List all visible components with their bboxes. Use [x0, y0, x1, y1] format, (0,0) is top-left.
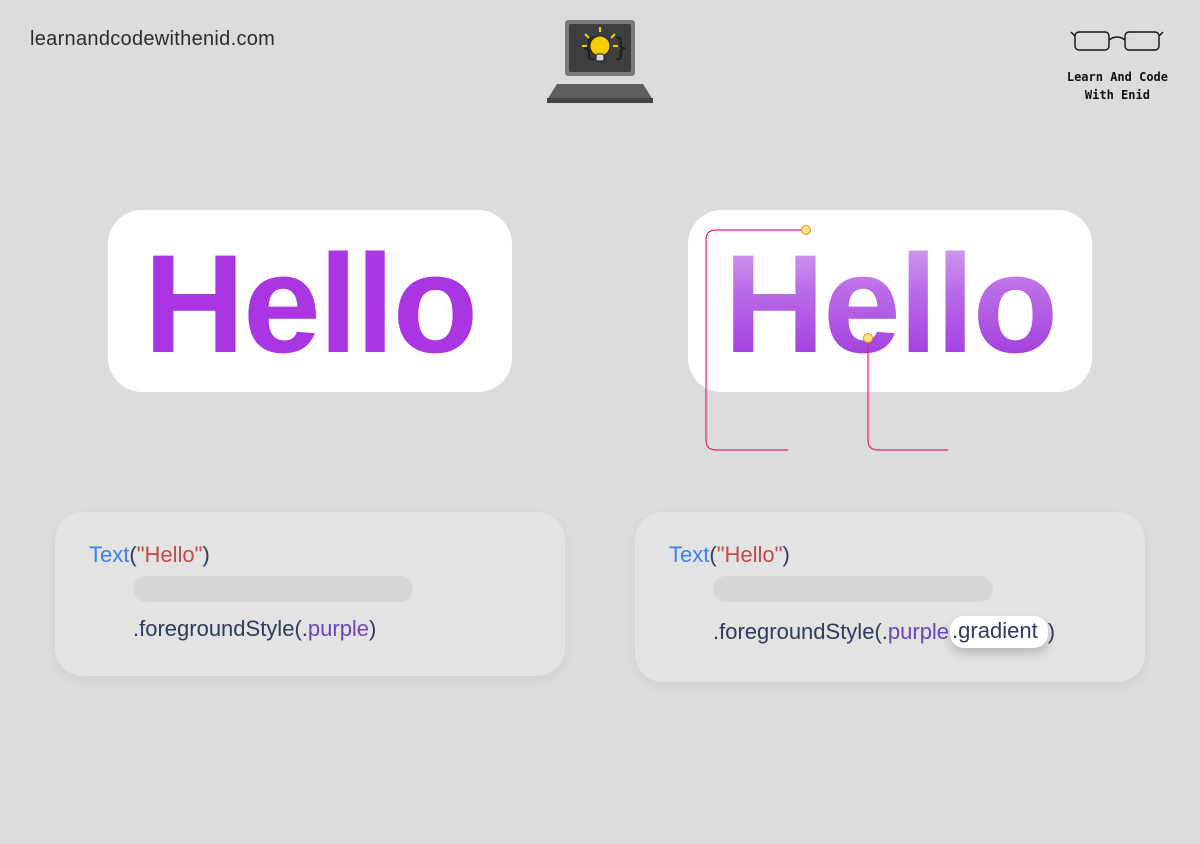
token-method: .foregroundStyle: [133, 616, 294, 642]
brand-line-1: Learn And Code: [1067, 68, 1168, 86]
right-example: Hello Text("Hello") .foregroundStyle(.pu…: [635, 210, 1145, 682]
token-purple: purple: [308, 616, 369, 642]
code-line-1: Text("Hello"): [89, 542, 531, 568]
token-method: .foregroundStyle: [713, 619, 874, 645]
left-example: Hello Text("Hello") .foregroundStyle(.pu…: [55, 210, 565, 682]
selection-highlight: [713, 576, 993, 602]
token-text-kw: Text: [89, 542, 129, 567]
preview-text-solid: Hello: [144, 234, 476, 374]
token-arg-close: ): [369, 616, 376, 642]
token-string: Hello: [725, 542, 775, 567]
token-close-paren: ): [202, 542, 209, 567]
token-string: Hello: [145, 542, 195, 567]
token-purple: purple: [888, 619, 949, 645]
preview-text-gradient: Hello: [724, 234, 1056, 374]
laptop-idea-icon: { }: [545, 12, 655, 113]
code-block-gradient: Text("Hello") .foregroundStyle(.purple.g…: [635, 512, 1145, 682]
token-text-kw: Text: [669, 542, 709, 567]
svg-text:}: }: [613, 33, 629, 63]
preview-card-solid: Hello: [108, 210, 512, 392]
glasses-icon: [1067, 22, 1168, 62]
site-url: learnandcodewithenid.com: [30, 28, 275, 51]
selection-highlight: [133, 576, 413, 602]
gradient-pill: .gradient: [950, 616, 1048, 648]
code-block-solid: Text("Hello") .foregroundStyle(.purple): [55, 512, 565, 676]
token-gradient: gradient: [958, 618, 1038, 643]
brand-line-2: With Enid: [1067, 86, 1168, 104]
brand-logo: Learn And Code With Enid: [1067, 22, 1168, 104]
code-line-2: .foregroundStyle(.purple.gradient): [669, 616, 1111, 648]
code-line-2: .foregroundStyle(.purple): [89, 616, 531, 642]
preview-card-gradient: Hello: [688, 210, 1092, 392]
token-quote-open: ": [717, 542, 725, 567]
token-arg-open: (: [874, 619, 881, 645]
code-line-1: Text("Hello"): [669, 542, 1111, 568]
token-quote-open: ": [137, 542, 145, 567]
token-close-paren: ): [782, 542, 789, 567]
token-arg-open: (: [294, 616, 301, 642]
token-open-paren: (: [129, 542, 136, 567]
token-open-paren: (: [709, 542, 716, 567]
token-arg-close: ): [1048, 619, 1055, 645]
